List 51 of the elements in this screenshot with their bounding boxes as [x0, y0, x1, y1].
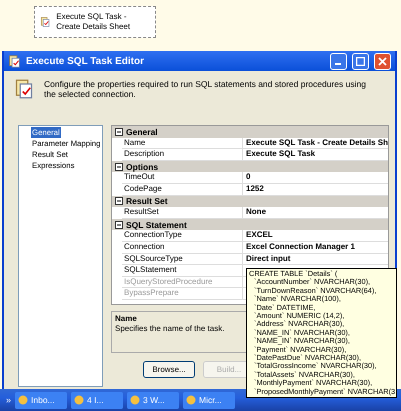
category-title: Options: [126, 162, 158, 172]
task-icon: [14, 79, 34, 99]
dialog-description: Configure the properties required to run SQL statements and stored procedures using the selected connection.: [44, 79, 367, 101]
app-icon: [186, 395, 196, 405]
collapse-icon[interactable]: [115, 197, 124, 206]
property-name: TimeOut: [122, 172, 244, 183]
property-value[interactable]: EXCEL: [243, 230, 388, 241]
property-value[interactable]: Direct input: [243, 254, 388, 264]
taskbar-item[interactable]: 4 I...: [71, 392, 124, 408]
task-node[interactable]: Execute SQL Task - Create Details Sheet: [34, 6, 156, 38]
property-name: Name: [122, 138, 244, 148]
property-value[interactable]: None: [243, 207, 388, 218]
task-icon: [40, 14, 50, 30]
property-value[interactable]: Execute SQL Task: [243, 149, 388, 160]
app-icon: [74, 395, 84, 405]
help-text: Specifies the name of the task.: [115, 324, 224, 333]
category-title: General: [126, 126, 158, 137]
app-icon: [130, 395, 140, 405]
close-icon: [378, 56, 387, 66]
taskbar-item[interactable]: 3 W...: [127, 392, 180, 408]
property-name: IsQueryStoredProcedure: [122, 276, 244, 288]
minimize-button[interactable]: [330, 52, 347, 70]
close-button[interactable]: [374, 52, 391, 70]
collapse-icon[interactable]: [115, 128, 124, 136]
property-name: SQLSourceType: [122, 254, 244, 264]
category-title: SQL Statement: [126, 220, 187, 230]
collapse-icon[interactable]: [115, 220, 124, 229]
taskbar-item[interactable]: Micr...: [183, 392, 236, 408]
property-value[interactable]: 0: [243, 172, 388, 183]
property-value[interactable]: 1252: [243, 184, 388, 195]
maximize-button[interactable]: [352, 52, 369, 70]
property-name: ResultSet: [122, 207, 244, 218]
taskbar-overflow[interactable]: »: [6, 395, 12, 405]
browse-button[interactable]: Browse...: [143, 361, 196, 378]
property-name: Description: [122, 149, 244, 160]
property-name: Connection: [122, 242, 244, 253]
help-title: Name: [115, 314, 137, 323]
maximize-icon: [356, 56, 365, 66]
property-value[interactable]: Execute SQL Task - Create Details Sh: [243, 138, 388, 148]
property-name: SQLStatement: [122, 265, 244, 276]
window-title: Execute SQL Task Editor: [26, 56, 146, 66]
property-name: ConnectionType: [122, 230, 244, 241]
collapse-icon[interactable]: [115, 162, 124, 171]
window-icon: [8, 54, 21, 68]
taskbar-item[interactable]: Inbo...: [15, 392, 68, 408]
category-title: Result Set: [126, 196, 168, 206]
property-name: BypassPrepare: [122, 288, 244, 299]
property-name: CodePage: [122, 184, 244, 195]
app-icon: [18, 395, 28, 405]
property-value[interactable]: Excel Connection Manager 1: [243, 242, 388, 253]
task-label: Execute SQL Task - Create Details Sheet: [56, 12, 132, 32]
